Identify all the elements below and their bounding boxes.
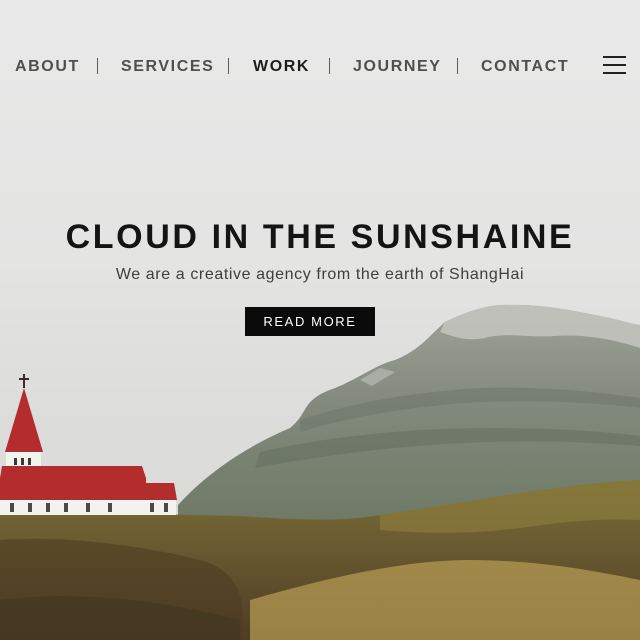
nav-item-journey[interactable]: JOURNEY	[353, 56, 442, 78]
nav-item-about[interactable]: ABOUT	[15, 56, 80, 78]
hero-subtitle: We are a creative agency from the earth …	[115, 266, 525, 283]
church	[0, 374, 177, 515]
nav-item-services[interactable]: SERVICES	[121, 56, 214, 78]
nav-separator	[329, 58, 330, 74]
hero-title: CLOUD IN THE SUNSHAINE	[65, 218, 575, 256]
nav-separator	[228, 58, 229, 74]
hamburger-menu-icon[interactable]	[603, 56, 626, 75]
nav-separator	[97, 58, 98, 74]
read-more-button[interactable]: READ MORE	[245, 307, 375, 336]
landing-page: ABOUT SERVICES WORK JOURNEY CONTACT CLOU…	[0, 0, 640, 640]
nav-item-contact[interactable]: CONTACT	[481, 56, 569, 78]
nav-item-work[interactable]: WORK	[253, 56, 310, 78]
main-nav: ABOUT SERVICES WORK JOURNEY CONTACT	[0, 56, 640, 78]
nav-separator	[457, 58, 458, 74]
